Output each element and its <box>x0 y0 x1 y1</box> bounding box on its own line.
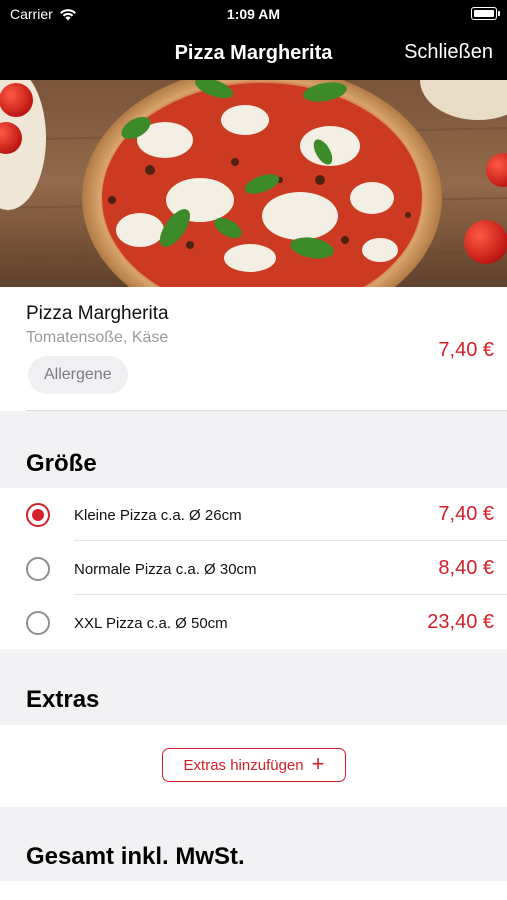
radio-unselected-icon[interactable] <box>26 611 50 635</box>
plus-icon: + <box>311 751 325 776</box>
status-bar: Carrier 1:09 AM <box>0 0 507 28</box>
battery-icon <box>471 7 500 20</box>
total-section-title: Gesamt inkl. MwSt. <box>26 843 245 870</box>
size-option-label: Kleine Pizza c.a. Ø 26cm <box>74 507 242 524</box>
product-info: Pizza Margherita Tomatensoße, Käse Aller… <box>0 287 507 411</box>
product-name: Pizza Margherita <box>26 303 169 324</box>
total-panel <box>0 881 507 900</box>
divider <box>74 594 507 595</box>
divider <box>74 540 507 541</box>
radio-selected-icon[interactable] <box>26 503 50 527</box>
size-options-list: Kleine Pizza c.a. Ø 26cm 7,40 € Normale … <box>0 488 507 649</box>
add-extras-label: Extras hinzufügen <box>183 756 304 774</box>
size-section-title: Größe <box>26 450 97 477</box>
product-image <box>0 80 507 287</box>
size-option-price: 7,40 € <box>438 503 494 525</box>
extras-panel: Extras hinzufügen + <box>0 725 507 807</box>
size-option-xxl[interactable]: XXL Pizza c.a. Ø 50cm 23,40 € <box>0 596 507 649</box>
size-option-price: 8,40 € <box>438 557 494 579</box>
status-time: 1:09 AM <box>226 6 281 22</box>
size-option-normal[interactable]: Normale Pizza c.a. Ø 30cm 8,40 € <box>0 542 507 595</box>
divider <box>26 410 507 411</box>
allergene-button[interactable]: Allergene <box>28 356 128 394</box>
size-option-label: XXL Pizza c.a. Ø 50cm <box>74 615 228 632</box>
radio-unselected-icon[interactable] <box>26 557 50 581</box>
product-price: 7,40 € <box>438 339 494 361</box>
close-button[interactable]: Schließen <box>404 41 493 64</box>
add-extras-button[interactable]: Extras hinzufügen + <box>162 748 346 782</box>
extras-section-title: Extras <box>26 686 100 713</box>
size-option-small[interactable]: Kleine Pizza c.a. Ø 26cm 7,40 € <box>0 488 507 541</box>
product-description: Tomatensoße, Käse <box>26 329 169 346</box>
navigation-bar: Pizza Margherita Schließen <box>0 28 507 80</box>
size-option-price: 23,40 € <box>427 611 494 633</box>
size-option-label: Normale Pizza c.a. Ø 30cm <box>74 561 257 578</box>
